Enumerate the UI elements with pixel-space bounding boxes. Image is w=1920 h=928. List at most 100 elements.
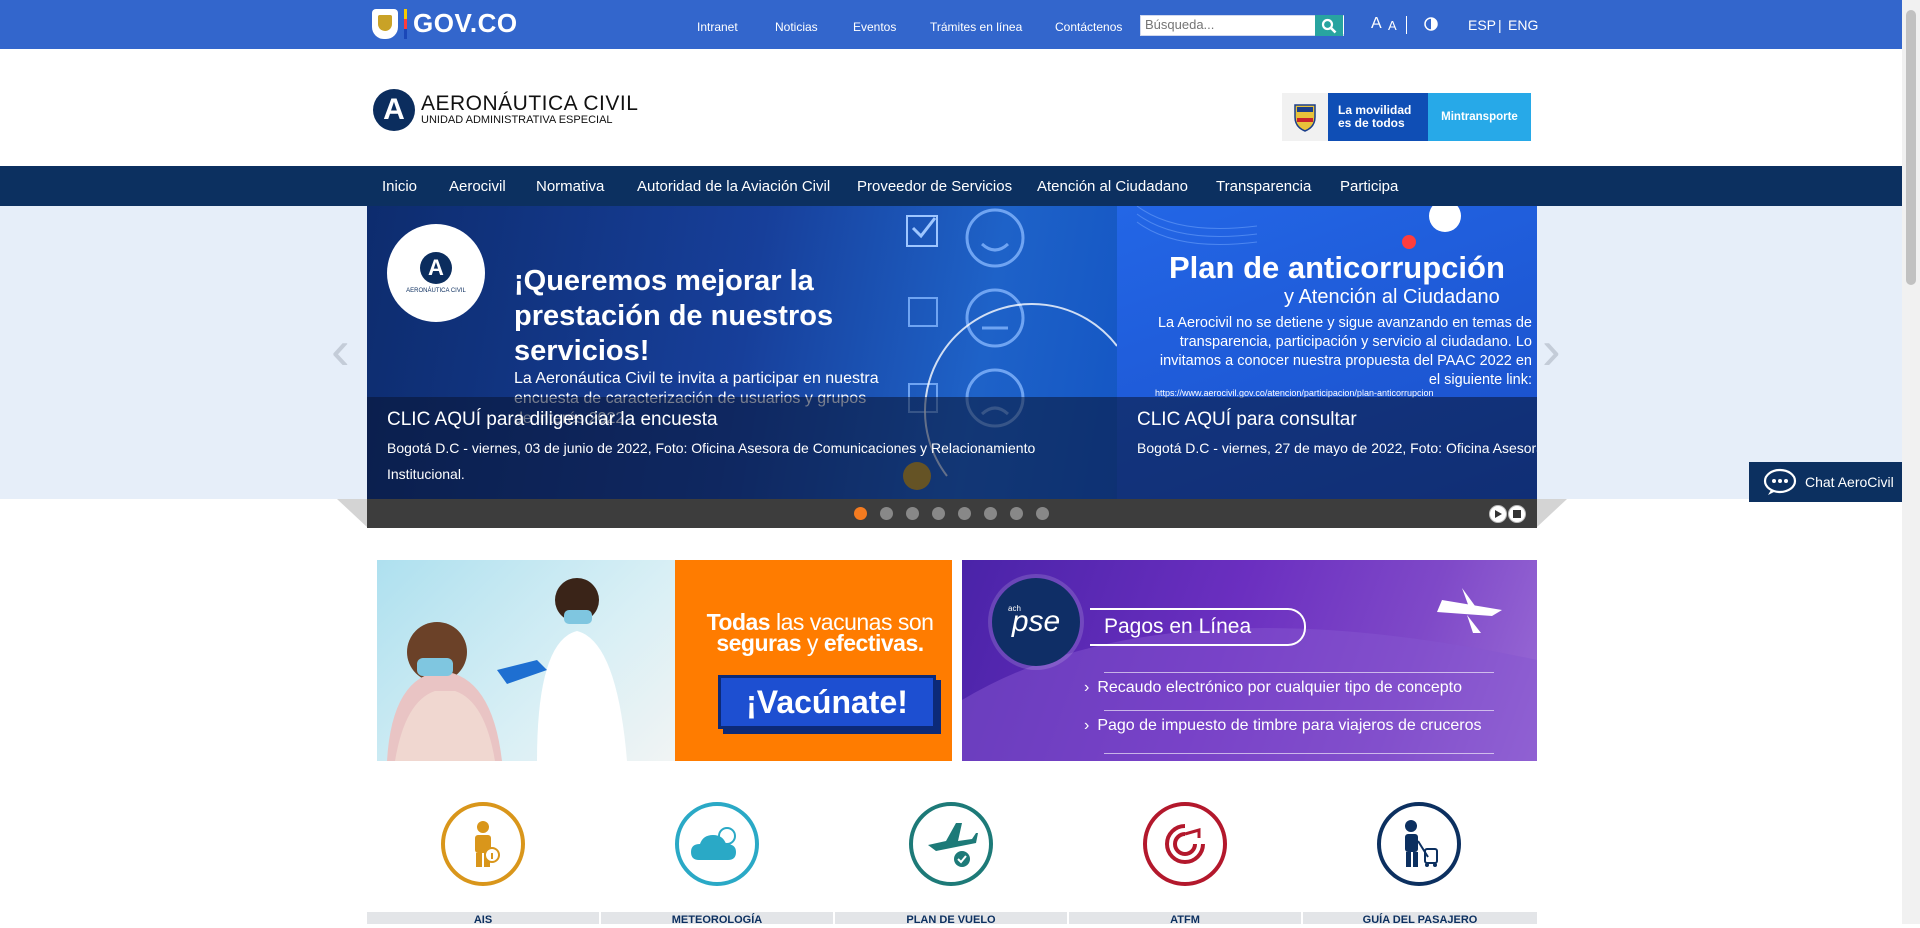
slide-image-body: La Aerocivil no se detiene y sigue avanz… (1157, 315, 1532, 388)
brand-title: AERONÁUTICA CIVIL (421, 92, 639, 115)
nav-eventos-link[interactable]: Eventos (853, 20, 896, 34)
carousel-play-button[interactable] (1489, 505, 1507, 523)
search-button[interactable] (1315, 15, 1343, 36)
lang-separator: | (1498, 17, 1502, 33)
carousel-slide-survey[interactable]: A AERONÁUTICA CIVIL ¡Queremos mejorar la… (367, 206, 1117, 499)
carousel-dot[interactable] (1036, 507, 1049, 520)
service-label-strip[interactable]: ATFM (1069, 912, 1301, 926)
page-scrollbar[interactable] (1902, 0, 1920, 924)
weather-cloud-icon (691, 827, 736, 860)
service-label-strip[interactable]: PLAN DE VUELO (835, 912, 1067, 926)
menu-autoridad[interactable]: Autoridad de la Aviación Civil (637, 178, 830, 195)
carousel-dot[interactable] (906, 507, 919, 520)
carousel-dot[interactable] (1010, 507, 1023, 520)
service-label-strip[interactable]: GUÍA DEL PASAJERO (1303, 912, 1537, 926)
flow-management-icon (1165, 824, 1205, 864)
mintransporte-banner[interactable]: La movilidad es de todos Mintransporte (1282, 93, 1531, 141)
carousel-fold-right (1537, 499, 1567, 527)
flag-separator (404, 8, 407, 39)
service-label: ATFM (1170, 914, 1200, 926)
divider (1104, 753, 1494, 754)
menu-normativa[interactable]: Normativa (536, 178, 604, 195)
airplane-check-icon (928, 823, 978, 867)
aerocivil-emblem-icon: A (373, 89, 415, 131)
menu-transparencia[interactable]: Transparencia (1216, 178, 1311, 195)
colombia-shield-icon (372, 8, 398, 39)
passenger-luggage-icon (1405, 820, 1438, 867)
service-label: GUÍA DEL PASAJERO (1362, 914, 1478, 926)
vaccine-message-panel: Todas las vacunas son seguras y efectiva… (675, 560, 952, 761)
divider (1104, 710, 1494, 711)
info-officer-icon (475, 821, 500, 867)
font-increase-button[interactable]: A (1371, 15, 1382, 33)
service-label-strip[interactable]: METEOROLOGÍA (601, 912, 833, 926)
partner-slogan: La movilidad es de todos (1328, 93, 1428, 141)
pse-title: Pagos en Línea (1090, 608, 1306, 646)
font-decrease-button[interactable]: A (1388, 18, 1397, 33)
menu-aerocivil[interactable]: Aerocivil (449, 178, 506, 195)
menu-proveedor[interactable]: Proveedor de Servicios (857, 178, 1012, 195)
nav-tramites-link[interactable]: Trámites en línea (930, 20, 1022, 34)
nav-intranet-link[interactable]: Intranet (697, 20, 738, 34)
carousel-slide-anticorruption[interactable]: Plan de anticorrupción y Atención al Ciu… (1117, 206, 1537, 499)
nav-contactenos-link[interactable]: Contáctenos (1055, 20, 1122, 34)
carousel-dot[interactable] (958, 507, 971, 520)
play-icon (1495, 510, 1502, 518)
slide-caption: CLIC AQUÍ para consultar Bogotá D.C - vi… (1117, 397, 1537, 499)
pse-item: › Recaudo electrónico por cualquier tipo … (1084, 679, 1463, 696)
carousel-dot[interactable] (984, 507, 997, 520)
gov-co-text: GOV.CO (413, 8, 518, 38)
vaccination-photo (377, 560, 675, 761)
meteorologia-service-link[interactable] (675, 802, 759, 886)
slide-aerocivil-logo: A AERONÁUTICA CIVIL (387, 224, 485, 322)
plan-de-vuelo-service-link[interactable] (909, 802, 993, 886)
scrollbar-thumb[interactable] (1906, 10, 1916, 285)
chevron-right-icon: › (1084, 679, 1090, 696)
atfm-service-link[interactable] (1143, 802, 1227, 886)
lang-esp-link[interactable]: ESP (1468, 17, 1496, 33)
main-navigation: Inicio Aerocivil Normativa Autoridad de … (0, 166, 1902, 206)
lang-eng-link[interactable]: ENG (1508, 17, 1538, 33)
vaccine-text-bold: efectivas. (823, 630, 924, 656)
chat-bubble-icon (1763, 468, 1797, 495)
guia-pasajero-service-link[interactable] (1377, 802, 1461, 886)
search-icon (1321, 18, 1337, 33)
slide-caption-meta: Bogotá D.C - viernes, 03 de junio de 202… (387, 440, 1036, 482)
service-label: PLAN DE VUELO (906, 914, 996, 926)
vaccine-text-bold: seguras (716, 630, 802, 656)
service-label-strip[interactable]: AIS (367, 912, 599, 926)
slide-caption-meta: Bogotá D.C - viernes, 27 de mayo de 2022… (1137, 440, 1537, 456)
slide-image-heading: ¡Queremos mejorar la prestación de nuest… (514, 265, 834, 367)
carousel-dot[interactable] (932, 507, 945, 520)
slide-image-heading: Plan de anticorrupción (1169, 250, 1505, 285)
chat-aerocivil-button[interactable]: Chat AeroCivil (1749, 462, 1920, 502)
menu-atencion[interactable]: Atención al Ciudadano (1037, 178, 1188, 195)
vaccine-text: y (801, 630, 824, 656)
chevron-right-icon: › (1084, 717, 1090, 734)
search-box (1140, 15, 1344, 36)
slide-caption-title[interactable]: CLIC AQUÍ para diligenciar la encuesta (387, 409, 718, 431)
gov-co-logo[interactable]: GOV.CO (372, 8, 518, 39)
carousel-prev-arrow[interactable]: ‹ (331, 322, 350, 378)
carousel-stop-button[interactable] (1508, 505, 1526, 523)
partner-name: Mintransporte (1428, 93, 1531, 141)
slide-caption-title[interactable]: CLIC AQUÍ para consultar (1137, 409, 1357, 431)
carousel-dot[interactable] (880, 507, 893, 520)
aerocivil-logo[interactable]: A AERONÁUTICA CIVIL UNIDAD ADMINISTRATIV… (373, 89, 638, 131)
menu-inicio[interactable]: Inicio (382, 178, 417, 195)
vaccine-banner[interactable]: Todas las vacunas son seguras y efectiva… (377, 560, 952, 761)
divider (1104, 672, 1494, 673)
nav-noticias-link[interactable]: Noticias (775, 20, 818, 34)
toolbar-divider (1343, 16, 1344, 34)
pse-logo: ach pse (992, 578, 1080, 666)
toolbar-divider (1406, 16, 1407, 34)
menu-participa[interactable]: Participa (1340, 178, 1398, 195)
search-input[interactable] (1141, 16, 1319, 33)
ais-service-link[interactable] (441, 802, 525, 886)
contrast-icon[interactable] (1424, 17, 1438, 31)
carousel-controls-bar (367, 499, 1537, 528)
pse-payments-banner[interactable]: ach pse Pagos en Línea › Recaudo electrón… (962, 560, 1537, 761)
carousel-dot[interactable] (854, 507, 867, 520)
carousel-next-arrow[interactable]: › (1542, 322, 1561, 378)
service-label: METEOROLOGÍA (671, 914, 763, 926)
